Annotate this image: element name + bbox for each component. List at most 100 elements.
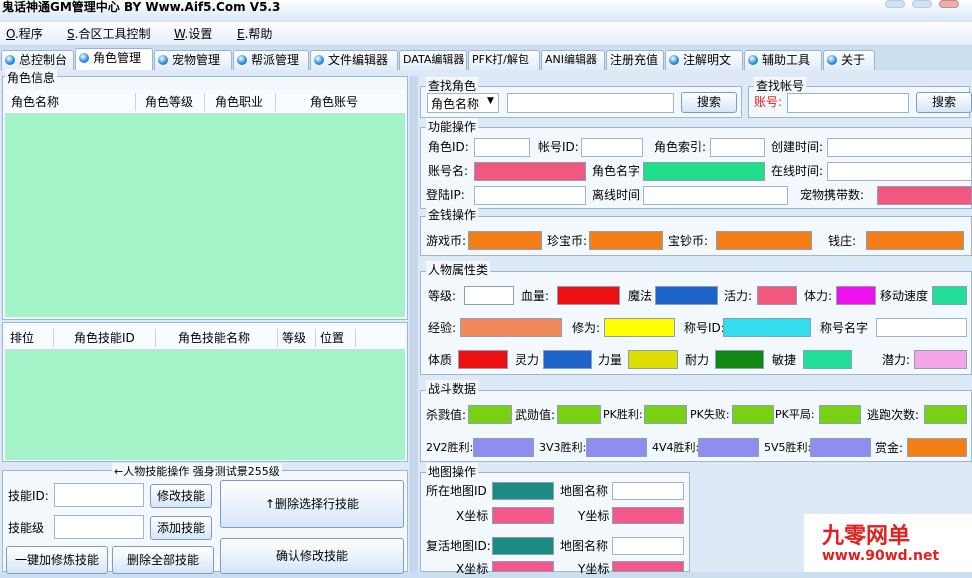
pet-carry-input[interactable] xyxy=(877,186,972,205)
role-index-input[interactable] xyxy=(710,138,765,157)
col-skill-id[interactable]: 角色技能ID xyxy=(74,326,135,350)
modify-skill-button[interactable]: 修改技能 xyxy=(150,484,212,508)
bounty-input[interactable] xyxy=(907,438,967,457)
potential-input[interactable] xyxy=(914,350,967,369)
title-name-input[interactable] xyxy=(876,318,967,337)
win-5v5-input[interactable] xyxy=(810,438,871,457)
delete-all-skill-button[interactable]: 删除全部技能 xyxy=(112,546,214,574)
vitality-input[interactable] xyxy=(757,286,797,305)
escape-count-input[interactable] xyxy=(924,405,967,424)
treasure-coin-input[interactable] xyxy=(589,231,663,250)
win-2v2-input[interactable] xyxy=(473,438,534,457)
exp-input[interactable] xyxy=(460,318,562,337)
x-coord-input[interactable] xyxy=(492,507,554,524)
game-coin-input[interactable] xyxy=(468,231,542,250)
win-4v4-input[interactable] xyxy=(698,438,759,457)
pk-draw-input[interactable] xyxy=(819,405,861,424)
agility-input[interactable] xyxy=(803,350,852,369)
stamina-input[interactable] xyxy=(836,286,876,305)
strength-input[interactable] xyxy=(628,350,678,369)
role-id-input[interactable] xyxy=(474,138,530,157)
revive-map-name-input[interactable] xyxy=(612,537,684,555)
col-skill-pos[interactable]: 位置 xyxy=(320,326,344,350)
account-search-input[interactable] xyxy=(787,93,909,113)
revive-map-id-input[interactable] xyxy=(492,537,554,555)
merit-input[interactable] xyxy=(557,405,601,424)
role-grid-header: 角色名称 角色等级 角色职业 角色账号 xyxy=(5,90,405,114)
col-skill-level[interactable]: 等级 xyxy=(282,326,306,350)
account-name-input[interactable] xyxy=(474,162,586,181)
tab-annotation[interactable]: 注解明文 xyxy=(665,50,743,70)
tab-pfk-pack[interactable]: PFK打/解包 xyxy=(468,50,540,70)
win-3v3-input[interactable] xyxy=(586,438,647,457)
one-click-skill-button[interactable]: 一键加修炼技能 xyxy=(6,546,108,574)
account-search-button[interactable]: 搜索 xyxy=(916,92,972,113)
skill-grid[interactable]: 排位 角色技能ID 角色技能名称 等级 位置 xyxy=(5,326,405,460)
pk-win-input[interactable] xyxy=(644,405,687,424)
mp-input[interactable] xyxy=(655,286,718,305)
spirit-input[interactable] xyxy=(543,350,592,369)
tab-assist-tools[interactable]: 辅助工具 xyxy=(744,50,822,70)
delete-selected-skill-button[interactable]: ↑删除选择行技能 xyxy=(220,480,404,528)
move-speed-input[interactable] xyxy=(932,286,967,305)
revive-x-input[interactable] xyxy=(492,561,554,572)
endurance-input[interactable] xyxy=(715,350,764,369)
tab-data-editor[interactable]: DATA编辑器 xyxy=(399,50,467,70)
tab-console[interactable]: 总控制台 xyxy=(1,50,74,70)
create-time-input[interactable] xyxy=(827,138,972,157)
constitution-input[interactable] xyxy=(458,350,508,369)
minimize-button[interactable] xyxy=(885,0,905,8)
banknote-coin-input[interactable] xyxy=(716,231,812,250)
col-role-job[interactable]: 角色职业 xyxy=(215,90,263,114)
col-role-account[interactable]: 角色账号 xyxy=(310,90,358,114)
role-search-input[interactable] xyxy=(507,93,674,113)
menu-help[interactable]: E.帮助 xyxy=(237,26,272,42)
add-skill-button[interactable]: 添加技能 xyxy=(150,516,212,540)
menu-merge-tool[interactable]: S.合区工具控制 xyxy=(67,26,150,42)
col-role-level[interactable]: 角色等级 xyxy=(145,90,193,114)
y-coord-input[interactable] xyxy=(612,507,684,524)
account-id-input[interactable] xyxy=(581,138,643,157)
col-rank[interactable]: 排位 xyxy=(10,326,34,350)
tab-pet-manage[interactable]: 宠物管理 xyxy=(154,50,232,70)
window-title: 鬼话神通GM管理中心 BY Www.Aif5.Com V5.3 xyxy=(2,0,281,14)
map-name-input[interactable] xyxy=(612,482,684,500)
skill-level-input[interactable] xyxy=(54,515,144,539)
search-type-select[interactable]: 角色名称 ▼ xyxy=(427,93,499,113)
pk-lose-input[interactable] xyxy=(732,405,774,424)
offline-time-input[interactable] xyxy=(643,186,788,205)
title-id-input[interactable] xyxy=(723,318,811,337)
panel-scrollbar[interactable] xyxy=(410,76,418,572)
tab-file-editor[interactable]: 文件编辑器 xyxy=(310,50,398,70)
win-2v2-label: 2V2胜利: xyxy=(426,441,474,454)
menu-settings[interactable]: W.设置 xyxy=(174,26,212,42)
level-input[interactable] xyxy=(464,286,514,305)
hp-input[interactable] xyxy=(557,286,620,305)
win-3v3-label: 3V3胜利: xyxy=(539,441,587,454)
role-grid[interactable]: 角色名称 角色等级 角色职业 角色账号 xyxy=(5,90,405,317)
revive-y-input[interactable] xyxy=(612,561,684,572)
col-role-name[interactable]: 角色名称 xyxy=(11,90,59,114)
cur-map-id-input[interactable] xyxy=(492,482,554,500)
tab-guild-manage[interactable]: 帮派管理 xyxy=(233,50,309,70)
revive-map-id-label: 复活地图ID: xyxy=(426,539,491,553)
role-search-button[interactable]: 搜索 xyxy=(681,92,737,113)
kill-value-input[interactable] xyxy=(468,405,512,424)
close-button[interactable] xyxy=(939,0,959,8)
menu-program[interactable]: O.程序 xyxy=(6,26,43,42)
tab-about[interactable]: 关于 xyxy=(823,50,875,70)
online-time-input[interactable] xyxy=(827,162,972,181)
bank-input[interactable] xyxy=(866,231,964,250)
cultivation-input[interactable] xyxy=(604,318,675,337)
tab-ani-editor[interactable]: ANI编辑器 xyxy=(541,50,605,70)
account-name-label: 账号名: xyxy=(428,164,469,178)
skill-id-input[interactable] xyxy=(54,483,144,507)
maximize-button[interactable] xyxy=(912,0,932,8)
col-skill-name[interactable]: 角色技能名称 xyxy=(178,326,250,350)
x-coord-label: X坐标 xyxy=(456,509,489,523)
tab-role-manage[interactable]: 角色管理 xyxy=(75,48,153,70)
tab-register-recharge[interactable]: 注册充值 xyxy=(606,50,664,70)
confirm-skill-button[interactable]: 确认修改技能 xyxy=(220,538,404,574)
login-ip-input[interactable] xyxy=(474,186,586,205)
role-name-input[interactable] xyxy=(643,162,765,181)
